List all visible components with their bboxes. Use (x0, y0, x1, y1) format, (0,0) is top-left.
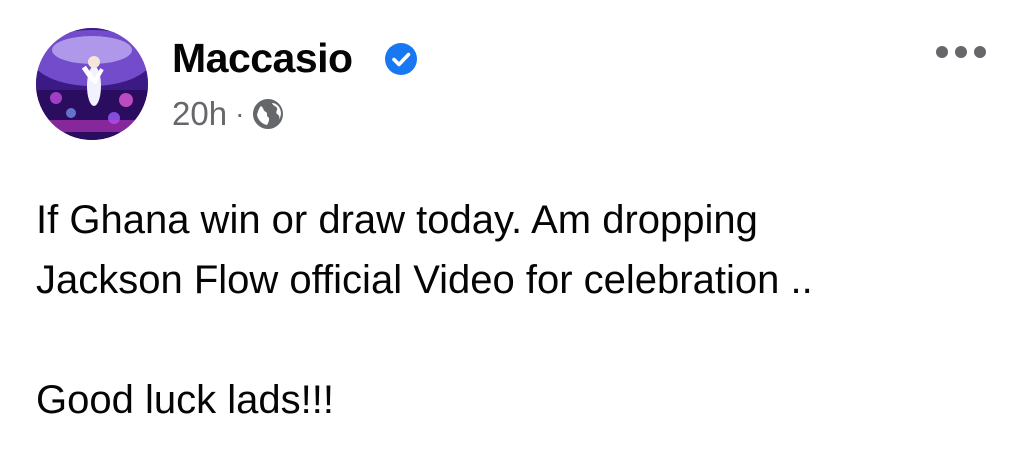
post-meta: 20h · (172, 94, 284, 134)
post-timestamp[interactable]: 20h (172, 94, 227, 134)
avatar[interactable] (36, 28, 148, 140)
avatar-image (36, 28, 148, 140)
post-body: If Ghana win or draw today. Am dropping … (36, 190, 996, 430)
more-dot-2 (955, 46, 967, 58)
post-header: Maccasio 20h · (36, 28, 986, 144)
verified-badge-icon (385, 43, 417, 75)
more-options-icon[interactable] (936, 42, 986, 62)
globe-icon[interactable] (252, 98, 284, 130)
post-text-line-1: If Ghana win or draw today. Am dropping (36, 198, 758, 242)
meta-separator: · (235, 98, 245, 129)
more-dot-3 (974, 46, 986, 58)
more-dot-1 (936, 46, 948, 58)
author-name[interactable]: Maccasio (172, 34, 353, 82)
post-text-line-2: Jackson Flow official Video for celebrat… (36, 258, 813, 302)
post-text-closing: Good luck lads!!! (36, 378, 334, 422)
